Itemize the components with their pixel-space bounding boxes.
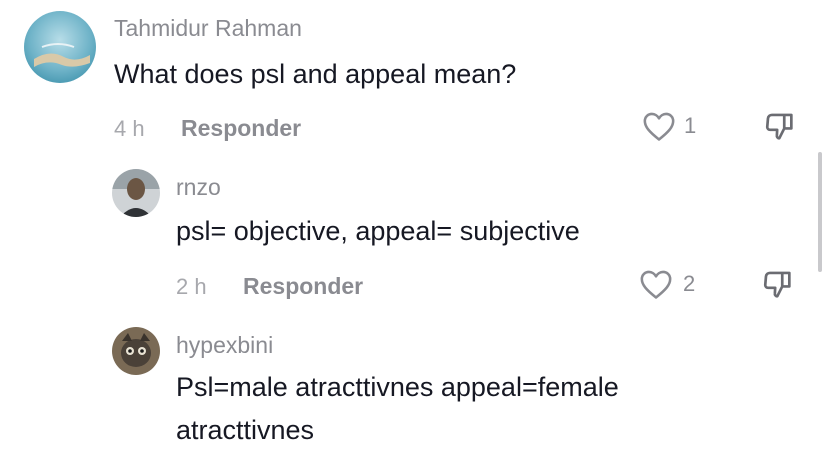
reply-button[interactable]: Responder: [243, 273, 363, 300]
dislike-button[interactable]: [761, 268, 795, 302]
comment-text: psl= objective, appeal= subjective: [176, 216, 580, 246]
like-count: 2: [683, 271, 696, 296]
avatar-rnzo[interactable]: [112, 169, 160, 217]
comment-text-line-2: atracttivnes: [176, 415, 315, 445]
comment-text-line-1: Psl=male atracttivnes appeal=female: [176, 372, 619, 402]
comment-username[interactable]: hypexbini: [176, 332, 273, 359]
thumbs-down-icon: [761, 268, 795, 302]
comment-text: What does psl and appeal mean?: [114, 59, 517, 89]
heart-outline-icon: [642, 110, 676, 142]
comment-username[interactable]: rnzo: [176, 174, 221, 201]
avatar-tahmidur[interactable]: [24, 11, 96, 83]
scrollbar[interactable]: [818, 152, 822, 272]
avatar-hypexbini[interactable]: [112, 327, 160, 375]
like-button[interactable]: 1: [642, 110, 696, 142]
reply-button[interactable]: Responder: [181, 115, 301, 142]
comment-username[interactable]: Tahmidur Rahman: [114, 15, 302, 42]
like-button[interactable]: 2: [639, 268, 695, 300]
comment-timestamp: 2 h: [176, 274, 207, 299]
like-count: 1: [684, 113, 697, 138]
dislike-button[interactable]: [763, 110, 797, 144]
heart-outline-icon: [639, 268, 673, 300]
comment-timestamp: 4 h: [114, 116, 145, 141]
thumbs-down-icon: [763, 110, 797, 144]
